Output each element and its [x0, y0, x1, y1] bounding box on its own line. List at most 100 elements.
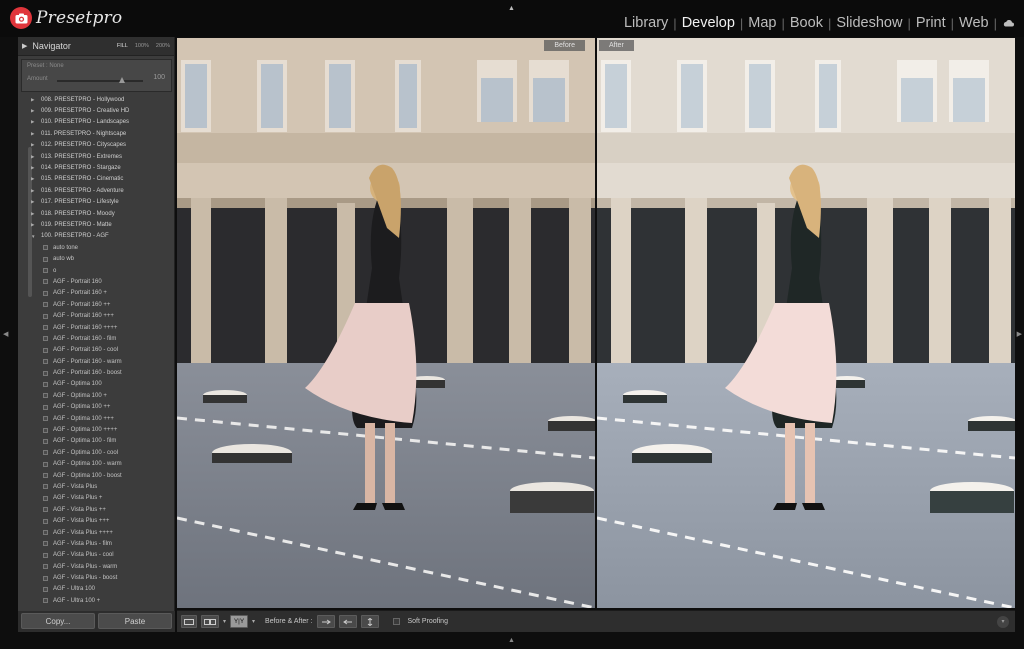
- amount-slider[interactable]: [57, 77, 143, 83]
- paste-button[interactable]: Paste: [98, 613, 172, 629]
- folder-expand-icon[interactable]: ▶: [31, 142, 41, 148]
- preset-item[interactable]: AGF - Ultra 100 +: [18, 595, 174, 606]
- zoom-fill[interactable]: FILL: [117, 43, 128, 49]
- loupe-view-button[interactable]: [181, 615, 197, 628]
- preset-item[interactable]: AGF - Vista Plus +++: [18, 515, 174, 526]
- preset-item[interactable]: AGF - Optima 100 ++: [18, 402, 174, 413]
- folder-expand-icon[interactable]: ▶: [31, 108, 41, 114]
- preset-item[interactable]: AGF - Portrait 160 - warm: [18, 356, 174, 367]
- before-image[interactable]: Before: [177, 38, 595, 608]
- preset-item-label: AGF - Vista Plus: [53, 483, 98, 490]
- preset-item[interactable]: AGF - Portrait 160 ++++: [18, 322, 174, 333]
- folder-expand-icon[interactable]: ▶: [31, 154, 41, 160]
- zoom-options: FILL 100% 200%: [117, 43, 170, 49]
- preset-item[interactable]: AGF - Portrait 160 - boost: [18, 367, 174, 378]
- folder-expand-icon[interactable]: ▶: [31, 97, 41, 103]
- preset-item[interactable]: AGF - Vista Plus - boost: [18, 572, 174, 583]
- view-dropdown-icon[interactable]: ▾: [223, 618, 226, 625]
- preset-item-label: AGF - Vista Plus +: [53, 495, 103, 502]
- right-panel-toggle-icon[interactable]: ▶: [1017, 330, 1022, 338]
- after-image[interactable]: After: [597, 38, 1015, 608]
- preset-item[interactable]: auto tone: [18, 242, 174, 253]
- bottom-panel-toggle-icon[interactable]: ▲: [508, 637, 515, 644]
- folder-collapse-icon[interactable]: ▼: [31, 234, 41, 239]
- before-after-split-button[interactable]: Y|Y: [230, 615, 249, 628]
- preset-item[interactable]: AGF - Optima 100 +++: [18, 413, 174, 424]
- folder-expand-icon[interactable]: ▶: [31, 131, 41, 137]
- preset-item[interactable]: auto wb: [18, 253, 174, 264]
- module-library[interactable]: Library: [621, 15, 671, 31]
- module-slideshow[interactable]: Slideshow: [833, 15, 905, 31]
- folder-expand-icon[interactable]: ▶: [31, 119, 41, 125]
- preset-folder[interactable]: ▶ 011. PRESETPRO - Nightscape: [18, 128, 174, 139]
- module-develop[interactable]: Develop: [679, 15, 738, 31]
- preset-folder[interactable]: ▶ 017. PRESETPRO - Lifestyle: [18, 197, 174, 208]
- preset-item[interactable]: AGF - Optima 100 ++++: [18, 424, 174, 435]
- preset-icon: [43, 564, 48, 570]
- collapse-triangle-icon[interactable]: ▶: [22, 42, 27, 50]
- zoom-200[interactable]: 200%: [156, 43, 170, 49]
- preset-item[interactable]: AGF - Vista Plus +: [18, 493, 174, 504]
- preset-item[interactable]: o: [18, 265, 174, 276]
- preset-item[interactable]: AGF - Optima 100: [18, 379, 174, 390]
- preset-item[interactable]: AGF - Portrait 160 - cool: [18, 345, 174, 356]
- preset-folder[interactable]: ▶ 016. PRESETPRO - Adventure: [18, 185, 174, 196]
- preset-item[interactable]: AGF - Optima 100 - boost: [18, 470, 174, 481]
- preset-item[interactable]: AGF - Portrait 160: [18, 276, 174, 287]
- copy-button[interactable]: Copy...: [21, 613, 95, 629]
- preset-folder[interactable]: ▶ 013. PRESETPRO - Extremes: [18, 151, 174, 162]
- preset-item[interactable]: AGF - Vista Plus - warm: [18, 561, 174, 572]
- module-print[interactable]: Print: [913, 15, 949, 31]
- before-label: Before: [544, 40, 585, 51]
- preset-item[interactable]: AGF - Portrait 160 ++: [18, 299, 174, 310]
- preset-item[interactable]: AGF - Optima 100 +: [18, 390, 174, 401]
- preset-icon: [43, 427, 48, 433]
- module-book[interactable]: Book: [787, 15, 826, 31]
- preset-item[interactable]: AGF - Ultra 100: [18, 584, 174, 595]
- zoom-100[interactable]: 100%: [135, 43, 149, 49]
- folder-expand-icon[interactable]: ▶: [31, 211, 41, 217]
- top-bar: Presetpro ▲ Library | Develop | Map | Bo…: [0, 0, 1024, 37]
- copy-before-to-after-button[interactable]: [316, 615, 335, 628]
- preset-item[interactable]: AGF - Vista Plus: [18, 481, 174, 492]
- preset-item[interactable]: AGF - Vista Plus - film: [18, 538, 174, 549]
- preset-folder[interactable]: ▶ 010. PRESETPRO - Landscapes: [18, 117, 174, 128]
- navigator-header[interactable]: ▶ Navigator FILL 100% 200%: [18, 37, 174, 56]
- preset-item[interactable]: AGF - Optima 100 - warm: [18, 459, 174, 470]
- folder-expand-icon[interactable]: ▶: [31, 165, 41, 171]
- preset-item[interactable]: AGF - Ultra 100 ++: [18, 607, 174, 609]
- folder-expand-icon[interactable]: ▶: [31, 222, 41, 228]
- cloud-icon[interactable]: [1003, 16, 1014, 30]
- preset-item[interactable]: AGF - Optima 100 - film: [18, 436, 174, 447]
- copy-after-to-before-button[interactable]: [338, 615, 357, 628]
- amount-slider-handle[interactable]: [119, 77, 125, 83]
- preset-folder[interactable]: ▶ 008. PRESETPRO - Hollywood: [18, 94, 174, 105]
- preset-item[interactable]: AGF - Vista Plus ++: [18, 504, 174, 515]
- preset-folder[interactable]: ▶ 018. PRESETPRO - Moody: [18, 208, 174, 219]
- preset-folder[interactable]: ▶ 019. PRESETPRO - Matte: [18, 219, 174, 230]
- folder-expand-icon[interactable]: ▶: [31, 199, 41, 205]
- preset-item[interactable]: AGF - Portrait 160 +++: [18, 310, 174, 321]
- preset-item[interactable]: AGF - Vista Plus ++++: [18, 527, 174, 538]
- preset-item[interactable]: AGF - Portrait 160 +: [18, 288, 174, 299]
- preset-folder[interactable]: ▶ 012. PRESETPRO - Cityscapes: [18, 140, 174, 151]
- compare-view-button[interactable]: [201, 615, 219, 628]
- preset-item[interactable]: AGF - Portrait 160 - film: [18, 333, 174, 344]
- swap-settings-button[interactable]: [360, 615, 379, 628]
- module-web[interactable]: Web: [956, 15, 992, 31]
- split-dropdown-icon[interactable]: ▾: [252, 618, 255, 625]
- module-map[interactable]: Map: [745, 15, 779, 31]
- soft-proofing-checkbox[interactable]: [392, 618, 400, 625]
- preset-icon: [43, 598, 48, 604]
- folder-expand-icon[interactable]: ▶: [31, 188, 41, 194]
- preset-folder-open[interactable]: ▼ 100. PRESETPRO - AGF: [18, 231, 174, 242]
- preset-item[interactable]: AGF - Optima 100 - cool: [18, 447, 174, 458]
- preset-folder[interactable]: ▶ 014. PRESETPRO - Stargaze: [18, 162, 174, 173]
- preset-folder[interactable]: ▶ 009. PRESETPRO - Creative HD: [18, 105, 174, 116]
- top-panel-toggle-icon[interactable]: ▲: [508, 5, 515, 12]
- toolbar-menu-icon[interactable]: ▾: [997, 615, 1009, 628]
- folder-expand-icon[interactable]: ▶: [31, 176, 41, 182]
- preset-folder[interactable]: ▶ 015. PRESETPRO - Cinematic: [18, 174, 174, 185]
- left-panel-toggle-icon[interactable]: ◀: [3, 330, 8, 338]
- preset-item[interactable]: AGF - Vista Plus - cool: [18, 550, 174, 561]
